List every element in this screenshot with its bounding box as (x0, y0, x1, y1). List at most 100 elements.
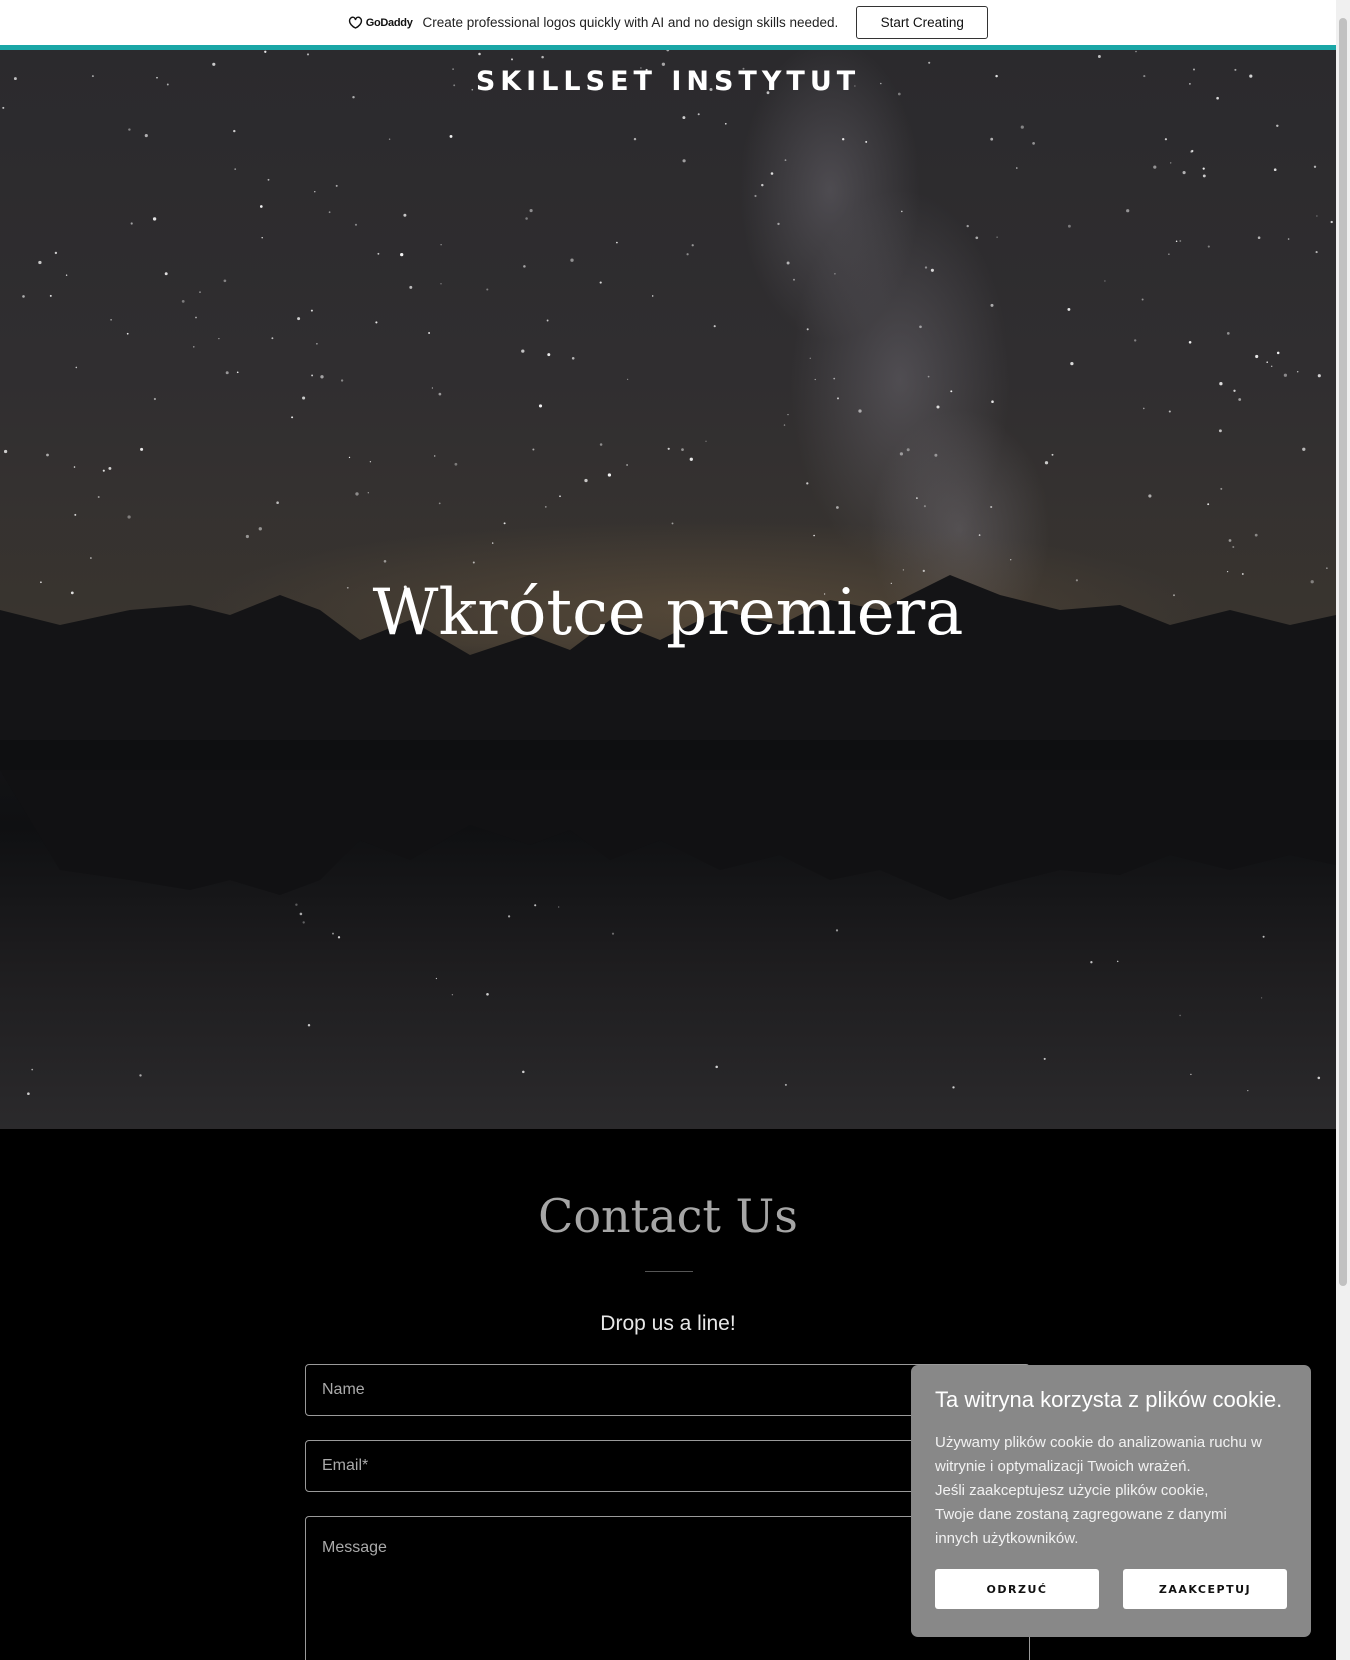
star (291, 416, 294, 419)
star (1216, 96, 1219, 100)
star (1326, 567, 1328, 569)
decline-cookies-button[interactable]: ODRZUĆ (935, 1569, 1099, 1609)
star (233, 129, 236, 133)
star (1044, 461, 1049, 465)
star (1067, 224, 1071, 228)
star (335, 184, 338, 187)
star-reflection (139, 1074, 142, 1077)
star (74, 513, 77, 516)
star (38, 260, 42, 265)
brand-name: GoDaddy (365, 16, 413, 29)
start-creating-button[interactable]: Start Creating (856, 6, 989, 39)
promo-banner: GoDaddy Create professional logos quickl… (0, 0, 1336, 45)
star-reflection (835, 929, 839, 932)
star (65, 274, 68, 276)
contact-title: Contact Us (538, 1189, 798, 1243)
star (433, 455, 436, 457)
star (126, 332, 129, 335)
star (1051, 453, 1054, 456)
star (367, 492, 369, 494)
star (3, 449, 8, 454)
star (503, 522, 506, 525)
star (529, 209, 533, 213)
star (922, 569, 925, 573)
star (521, 349, 525, 353)
star (777, 222, 780, 226)
star (428, 332, 431, 334)
star (302, 396, 306, 400)
star (1276, 124, 1279, 128)
star (153, 397, 156, 401)
scrollbar[interactable] (1336, 0, 1350, 1660)
star (770, 172, 774, 175)
star (486, 288, 489, 291)
star (140, 447, 144, 451)
star-reflection (1043, 1057, 1046, 1060)
star (1255, 354, 1259, 359)
star (541, 55, 544, 59)
star-reflection (522, 1070, 525, 1074)
star (686, 253, 689, 256)
star (75, 366, 78, 369)
star (682, 159, 686, 163)
star (990, 303, 994, 307)
star (152, 217, 157, 221)
star (310, 309, 313, 312)
star (199, 291, 201, 293)
star (355, 492, 359, 496)
site-title[interactable]: SKILLSET INSTYTUT (0, 66, 1336, 97)
star (195, 316, 197, 319)
star (607, 473, 612, 477)
star (438, 502, 441, 505)
star (234, 168, 237, 170)
cookie-text-line: Twoje dane zostaną zagregowane z danymi (935, 1506, 1227, 1523)
star (102, 469, 105, 472)
star (2, 106, 5, 109)
star (271, 337, 274, 340)
star (267, 178, 270, 181)
star-reflection (1179, 1014, 1181, 1017)
cookie-title: Ta witryna korzysta z plików cookie. (935, 1387, 1283, 1412)
star (1330, 220, 1333, 224)
star (626, 464, 629, 466)
star (1153, 165, 1157, 169)
star (258, 527, 262, 531)
star (906, 448, 910, 452)
star-reflection (307, 1023, 311, 1027)
star-reflection (952, 1086, 955, 1089)
accept-cookies-button[interactable]: ZAAKCEPTUJ (1123, 1569, 1287, 1609)
star-reflection (1260, 997, 1263, 999)
cookie-text-line: Jeśli zaakceptujesz użycie plików cookie… (935, 1482, 1209, 1499)
star (538, 404, 543, 408)
star (438, 392, 442, 396)
star (340, 379, 344, 382)
star (1202, 167, 1205, 170)
star (1141, 298, 1144, 301)
star (1097, 55, 1101, 58)
star (1164, 138, 1168, 141)
star (472, 561, 475, 564)
star (328, 211, 331, 214)
star (225, 371, 229, 375)
star (1270, 365, 1273, 368)
star (478, 52, 481, 56)
star (858, 409, 862, 413)
star (403, 213, 407, 217)
star (966, 224, 969, 228)
star (916, 497, 918, 499)
scrollbar-thumb[interactable] (1339, 18, 1347, 1286)
godaddy-logo[interactable]: GoDaddy (348, 16, 413, 29)
star (786, 261, 790, 265)
star (681, 448, 684, 451)
star (1104, 280, 1106, 282)
star (761, 183, 764, 187)
star (652, 295, 654, 297)
star (836, 397, 840, 400)
star (1067, 307, 1071, 311)
star (491, 542, 494, 544)
star (97, 496, 100, 498)
star (691, 244, 694, 247)
star (377, 252, 380, 255)
star (1238, 398, 1242, 401)
star (814, 378, 816, 381)
